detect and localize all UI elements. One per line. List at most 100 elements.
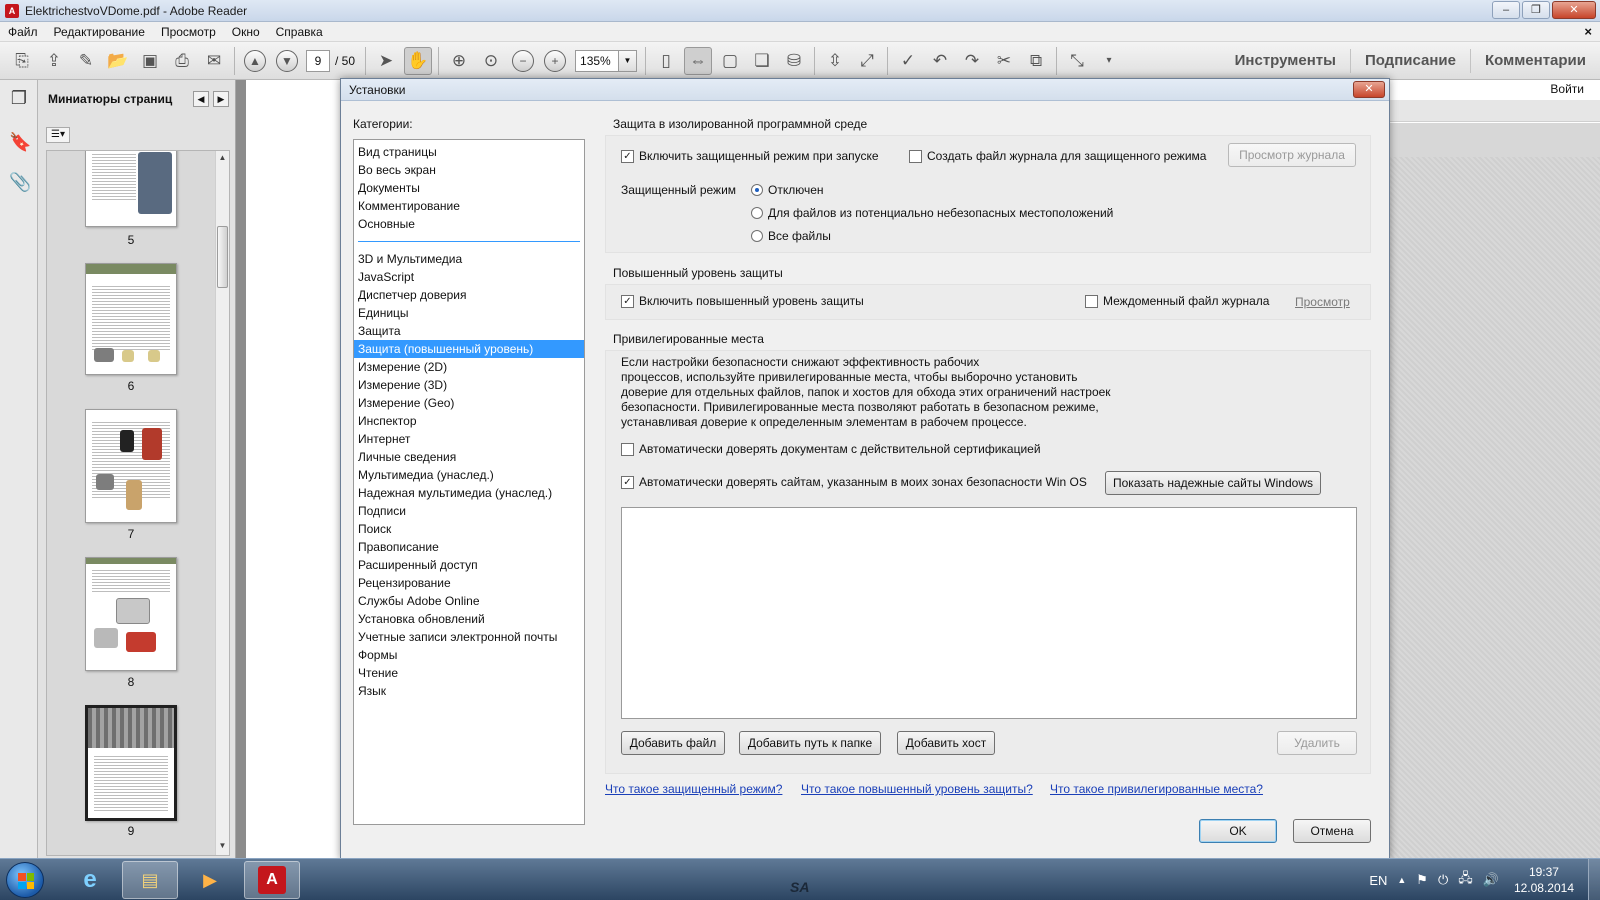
actual-size-icon[interactable]: ▯: [652, 47, 680, 75]
category-item[interactable]: Диспетчер доверия: [354, 286, 584, 304]
add-folder-path-button[interactable]: Добавить путь к папке: [739, 731, 881, 755]
ok-button[interactable]: OK: [1199, 819, 1277, 843]
enable-protected-mode-checkbox[interactable]: ✓ Включить защищенный режим при запуске: [621, 149, 879, 163]
hand-tool-icon[interactable]: ✋: [404, 46, 433, 75]
category-item[interactable]: Измерение (3D): [354, 376, 584, 394]
show-windows-trusted-sites-button[interactable]: Показать надежные сайты Windows: [1105, 471, 1321, 495]
fit-page-icon[interactable]: ▢: [716, 47, 744, 75]
menu-edit[interactable]: Редактирование: [46, 25, 153, 39]
file-explorer-icon[interactable]: ▤: [122, 861, 178, 899]
zoom-out-icon[interactable]: −: [509, 47, 537, 75]
category-item[interactable]: Комментирование: [354, 197, 584, 215]
email-icon[interactable]: ✉: [200, 47, 228, 75]
action-center-icon[interactable]: ⚑: [1416, 872, 1428, 888]
menu-help[interactable]: Справка: [268, 25, 331, 39]
radio-all-files[interactable]: Все файлы: [751, 229, 831, 243]
menu-window[interactable]: Окно: [224, 25, 268, 39]
what-is-enhanced-security-link[interactable]: Что такое повышенный уровень защиты?: [801, 782, 1033, 796]
radio-disabled[interactable]: Отключен: [751, 183, 824, 197]
show-desktop-button[interactable]: [1588, 859, 1600, 900]
maximize-button[interactable]: ❐: [1522, 1, 1550, 19]
category-item[interactable]: Чтение: [354, 664, 584, 682]
copy-icon[interactable]: ⧉: [1022, 47, 1050, 75]
panel-collapse-icon[interactable]: ◀: [193, 91, 209, 107]
open-folder-icon[interactable]: 📂: [104, 47, 132, 75]
add-file-button[interactable]: Добавить файл: [621, 731, 725, 755]
scroll-up-icon[interactable]: ▲: [216, 153, 229, 165]
cross-domain-log-checkbox[interactable]: Междоменный файл журнала: [1085, 294, 1269, 308]
previous-page-icon[interactable]: ▲: [241, 47, 269, 75]
zoom-combobox[interactable]: 135% ▼: [575, 49, 638, 72]
panel-expand-icon[interactable]: ▶: [213, 91, 229, 107]
language-indicator[interactable]: EN: [1369, 873, 1387, 888]
bookmark-icon[interactable]: 🔖: [9, 132, 31, 154]
clock[interactable]: 19:37 12.08.2014: [1514, 864, 1574, 896]
category-item[interactable]: Правописание: [354, 538, 584, 556]
category-item[interactable]: Защита (повышенный уровень): [354, 340, 584, 358]
privileged-locations-list[interactable]: [621, 507, 1357, 719]
page-layout-icon[interactable]: ❏: [748, 47, 776, 75]
page-number-input[interactable]: 9: [306, 49, 330, 72]
save-icon[interactable]: ▣: [136, 47, 164, 75]
tab-comment[interactable]: Комментарии: [1469, 49, 1600, 73]
export-pdf-icon[interactable]: ⇪: [40, 47, 68, 75]
category-item[interactable]: Вид страницы: [354, 143, 584, 161]
category-item[interactable]: Расширенный доступ: [354, 556, 584, 574]
category-item[interactable]: Надежная мультимедиа (унаслед.): [354, 484, 584, 502]
attachment-icon[interactable]: 📎: [9, 172, 31, 194]
category-item[interactable]: Язык: [354, 682, 584, 700]
thumbnail-scrollbar[interactable]: ▲ ▼: [215, 151, 229, 855]
create-log-checkbox[interactable]: Создать файл журнала для защищенного реж…: [909, 149, 1206, 163]
media-player-icon[interactable]: ▶: [182, 861, 238, 899]
trust-certified-docs-checkbox[interactable]: Автоматически доверять документам с дейс…: [621, 442, 1041, 456]
next-page-icon[interactable]: ▼: [273, 47, 301, 75]
view-link[interactable]: Просмотр: [1295, 295, 1350, 309]
dialog-close-button[interactable]: ✕: [1353, 81, 1385, 98]
adobe-reader-taskbar-icon[interactable]: A: [244, 861, 300, 899]
fit-visible-icon[interactable]: ⤢: [853, 47, 881, 75]
scroll-down-icon[interactable]: ▼: [216, 841, 229, 853]
categories-list[interactable]: Вид страницы Во весь экран Документы Коммен…: [353, 139, 585, 825]
scrollbar-thumb[interactable]: [217, 226, 228, 288]
category-item[interactable]: JavaScript: [354, 268, 584, 286]
zoom-input[interactable]: 135%: [575, 49, 620, 72]
category-item[interactable]: Установка обновлений: [354, 610, 584, 628]
page-thumbnail[interactable]: [85, 557, 177, 671]
category-item[interactable]: Личные сведения: [354, 448, 584, 466]
select-cursor-icon[interactable]: ➤: [372, 47, 400, 75]
category-item[interactable]: Учетные записи электронной почты: [354, 628, 584, 646]
category-item[interactable]: Измерение (Geo): [354, 394, 584, 412]
power-icon[interactable]: ⏻: [1438, 872, 1448, 888]
customize-toolbar-icon[interactable]: ▾: [1095, 47, 1123, 75]
category-item[interactable]: Документы: [354, 179, 584, 197]
start-button[interactable]: [6, 862, 44, 898]
cancel-button[interactable]: Отмена: [1293, 819, 1371, 843]
zoom-in-icon[interactable]: +: [541, 47, 569, 75]
checkbox-checked[interactable]: ✓: [621, 149, 634, 163]
cut-icon[interactable]: ✂: [990, 47, 1018, 75]
close-document-icon[interactable]: ×: [1584, 24, 1592, 39]
full-screen-icon[interactable]: ⤡: [1063, 47, 1091, 75]
menu-view[interactable]: Просмотр: [153, 25, 224, 39]
radio-unsafe-locations[interactable]: Для файлов из потенциально небезопасных …: [751, 206, 1113, 220]
create-pdf-icon[interactable]: ⎘: [8, 47, 36, 75]
fit-width-icon[interactable]: ⇔: [684, 46, 713, 75]
page-thumbnails-icon[interactable]: ❐: [9, 88, 29, 110]
category-item[interactable]: 3D и Мультимедиа: [354, 250, 584, 268]
menu-file[interactable]: Файл: [0, 25, 46, 39]
thumbnail-options-icon[interactable]: ☰▾: [46, 127, 70, 143]
enable-enhanced-security-checkbox[interactable]: ✓ Включить повышенный уровень защиты: [621, 294, 864, 308]
category-item[interactable]: Подписи: [354, 502, 584, 520]
internet-explorer-icon[interactable]: e: [62, 861, 118, 899]
network-icon[interactable]: 🖧: [1458, 869, 1473, 891]
tab-sign[interactable]: Подписание: [1349, 49, 1470, 73]
marquee-zoom-icon[interactable]: ⊕: [445, 47, 473, 75]
page-thumbnail[interactable]: [85, 409, 177, 523]
category-item[interactable]: Службы Adobe Online: [354, 592, 584, 610]
login-link[interactable]: Войти: [1550, 82, 1584, 96]
page-thumbnail[interactable]: [85, 151, 177, 227]
spellcheck-icon[interactable]: ✓: [894, 47, 922, 75]
close-window-button[interactable]: ✕: [1552, 1, 1596, 19]
category-item[interactable]: Во весь экран: [354, 161, 584, 179]
category-item[interactable]: Рецензирование: [354, 574, 584, 592]
